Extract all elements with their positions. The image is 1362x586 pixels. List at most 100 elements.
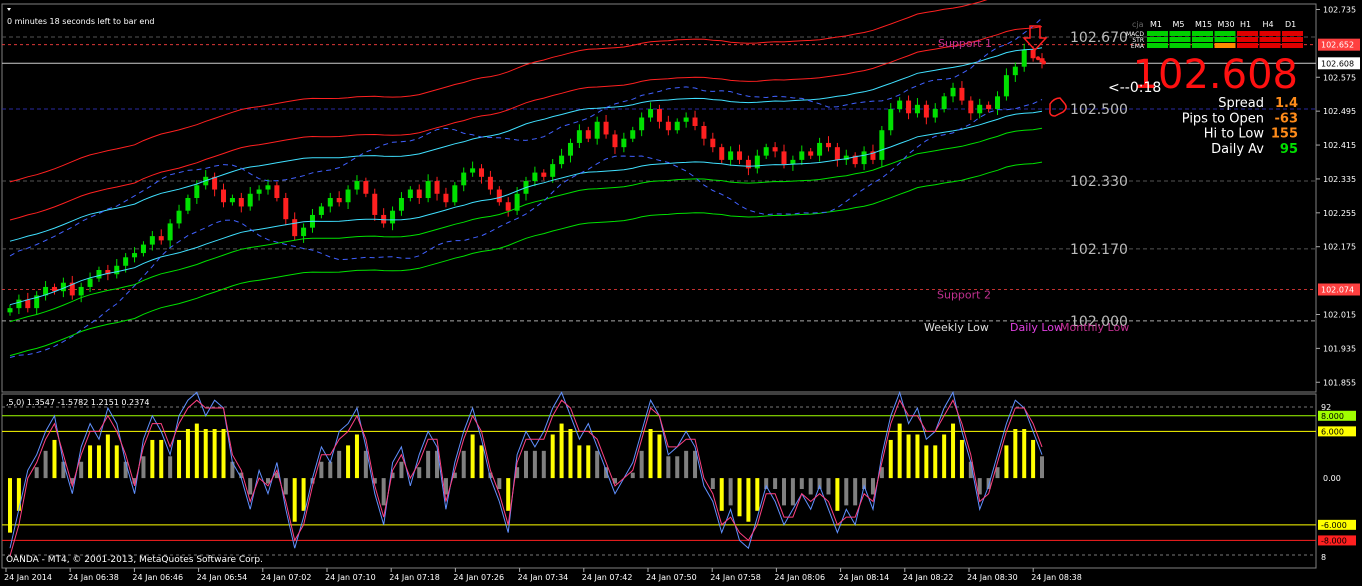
candle-body bbox=[665, 121, 671, 131]
osc-histogram-bar bbox=[1031, 439, 1036, 479]
osc-histogram-bar bbox=[675, 456, 680, 479]
osc-histogram-bar bbox=[283, 478, 288, 495]
osc-tick-bottom: 8 bbox=[1321, 553, 1326, 562]
osc-histogram-bar bbox=[719, 478, 724, 511]
osc-histogram-bar bbox=[746, 478, 751, 522]
osc-histogram-bar bbox=[141, 456, 146, 479]
signal-cell bbox=[1214, 43, 1236, 48]
osc-histogram-bar bbox=[666, 456, 671, 479]
time-label: 24 Jan 08:38 bbox=[1031, 573, 1082, 582]
time-label: 24 Jan 06:46 bbox=[132, 573, 183, 582]
annotation-label: Support 2 bbox=[937, 289, 991, 302]
timeframe-label: M15 bbox=[1195, 20, 1212, 29]
osc-histogram-bar bbox=[292, 478, 297, 522]
panel-corner-label: cja bbox=[1132, 20, 1144, 29]
annotation-label: Monthly Low bbox=[1060, 321, 1129, 334]
candle-body bbox=[879, 130, 885, 160]
candle-body bbox=[968, 100, 974, 114]
osc-histogram-bar bbox=[630, 472, 635, 479]
candle-body bbox=[799, 151, 805, 160]
stat-value: 95 bbox=[1280, 142, 1298, 157]
candle-body bbox=[229, 198, 235, 203]
signal-cell bbox=[1259, 43, 1281, 48]
candle-body bbox=[470, 168, 476, 173]
osc-histogram-bar bbox=[541, 450, 546, 479]
osc-histogram-bar bbox=[8, 478, 12, 533]
osc-tick-zero: 0.00 bbox=[1323, 474, 1341, 483]
candle-body bbox=[1012, 66, 1018, 76]
signal-dot bbox=[1036, 56, 1040, 61]
osc-histogram-bar bbox=[1004, 445, 1009, 479]
candle-body bbox=[772, 147, 778, 152]
candle-body bbox=[763, 147, 769, 156]
candle-body bbox=[701, 125, 707, 139]
candle-body bbox=[825, 142, 831, 148]
osc-histogram-bar bbox=[221, 429, 226, 479]
time-label: 24 Jan 07:42 bbox=[582, 573, 633, 582]
osc-histogram-bar bbox=[782, 478, 786, 506]
timeframe-label: H4 bbox=[1263, 20, 1274, 29]
candle-body bbox=[808, 151, 814, 156]
osc-histogram-bar bbox=[177, 439, 182, 479]
price-tick-label: 102.335 bbox=[1323, 175, 1356, 184]
signal-cell bbox=[1169, 37, 1191, 42]
signal-cell bbox=[1192, 31, 1213, 36]
candle-body bbox=[87, 278, 93, 287]
osc-frame bbox=[1, 393, 1317, 569]
time-label: 24 Jan 08:30 bbox=[967, 573, 1018, 582]
candle-body bbox=[398, 198, 404, 211]
candle-body bbox=[185, 198, 191, 211]
osc-histogram-bar bbox=[319, 461, 324, 479]
price-tick-label: 101.855 bbox=[1323, 378, 1356, 387]
candle-body bbox=[1021, 49, 1027, 67]
signal-cell bbox=[1282, 31, 1303, 36]
candle-body bbox=[656, 109, 662, 122]
osc-histogram-bar bbox=[105, 434, 110, 479]
level-label: 102.670 bbox=[1070, 30, 1128, 46]
time-label: 24 Jan 07:18 bbox=[389, 573, 440, 582]
candle-body bbox=[603, 121, 609, 135]
signal-cell bbox=[1282, 37, 1303, 42]
candle-body bbox=[194, 185, 200, 198]
candle-body bbox=[719, 147, 725, 160]
chart-menu-icon bbox=[7, 8, 11, 11]
candle-body bbox=[114, 265, 120, 275]
candle-body bbox=[897, 100, 903, 110]
candle-body bbox=[692, 117, 698, 126]
osc-histogram-bar bbox=[461, 450, 466, 479]
osc-histogram-bar bbox=[506, 478, 511, 511]
candle-body bbox=[950, 87, 956, 97]
osc-histogram-bar bbox=[1040, 456, 1044, 479]
price-tick-label: 102.575 bbox=[1323, 73, 1356, 82]
candle-body bbox=[283, 198, 289, 220]
time-label: 24 Jan 07:34 bbox=[518, 573, 569, 582]
osc-level-label: 8.000 bbox=[1321, 412, 1344, 421]
countdown-label: 0 minutes 18 seconds left to bar end bbox=[7, 17, 155, 26]
osc-histogram-bar bbox=[844, 478, 849, 506]
signal-cell bbox=[1237, 37, 1258, 42]
candle-body bbox=[932, 109, 938, 118]
candle-body bbox=[923, 104, 929, 118]
candle-body bbox=[914, 104, 920, 114]
candle-body bbox=[728, 151, 734, 160]
osc-histogram-bar bbox=[381, 478, 386, 506]
candle-body bbox=[479, 168, 485, 177]
candle-body bbox=[959, 87, 965, 101]
osc-histogram-bar bbox=[906, 434, 911, 479]
osc-histogram-bar bbox=[728, 478, 733, 506]
osc-histogram-bar bbox=[417, 467, 422, 479]
osc-histogram-bar bbox=[755, 478, 760, 511]
osc-histogram-bar bbox=[79, 461, 84, 479]
time-label: 24 Jan 06:38 bbox=[68, 573, 119, 582]
candle-body bbox=[140, 244, 146, 254]
osc-histogram-bar bbox=[426, 450, 431, 479]
osc-histogram-bar bbox=[924, 445, 929, 479]
candle-body bbox=[834, 147, 840, 160]
price-tick-label: 102.255 bbox=[1323, 209, 1356, 218]
osc-histogram-bar bbox=[870, 478, 875, 495]
stat-label: Spread bbox=[1218, 96, 1264, 111]
candle-body bbox=[567, 142, 573, 156]
osc-histogram-bar bbox=[346, 445, 351, 479]
stat-value: 1.4 bbox=[1275, 96, 1298, 111]
osc-histogram-bar bbox=[790, 478, 795, 506]
